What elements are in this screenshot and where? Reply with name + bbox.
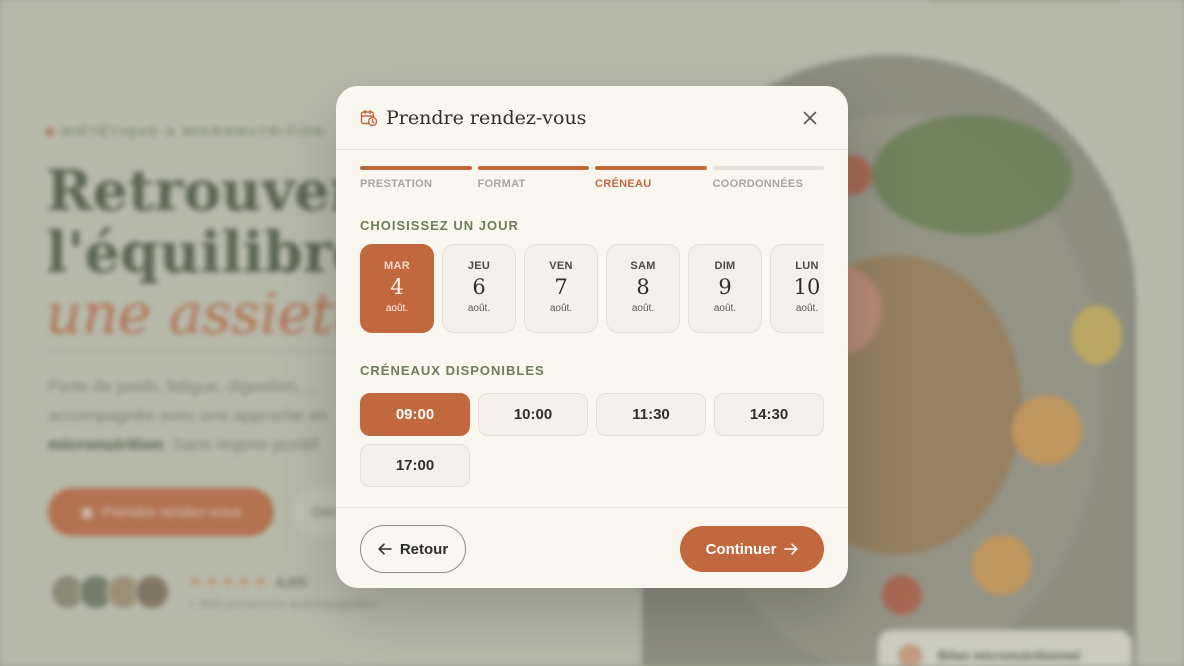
- day-weekday: JEU: [467, 260, 491, 272]
- day-weekday: VEN: [549, 260, 573, 272]
- day-picker: MAR 4 août. JEU 6 août. VEN 7 août. SAM …: [360, 244, 824, 334]
- day-number: 6: [472, 275, 486, 299]
- day-option-dim-9[interactable]: DIM 9 août.: [688, 244, 762, 333]
- modal-title: Prendre rendez-vous: [386, 106, 587, 129]
- day-month: août.: [549, 303, 573, 314]
- step-coordonnees: COORDONNÉES: [712, 166, 824, 190]
- step-prestation: PRESTATION: [360, 166, 472, 190]
- step-bar: [360, 166, 472, 170]
- step-format: FORMAT: [477, 166, 589, 190]
- step-label: CRÉNEAU: [595, 178, 652, 190]
- time-slot-0900[interactable]: 09:00: [360, 393, 470, 436]
- days-section-title: CHOISISSEZ UN JOUR: [360, 218, 519, 233]
- modal-footer: Retour Continuer: [336, 507, 848, 588]
- step-progress: PRESTATION FORMAT CRÉNEAU COORDONNÉES: [336, 150, 848, 190]
- slots-section-title: CRÉNEAUX DISPONIBLES: [360, 363, 545, 378]
- day-number: 8: [636, 275, 650, 299]
- day-month: août.: [795, 303, 819, 314]
- step-creneau: CRÉNEAU: [595, 166, 707, 190]
- step-label: FORMAT: [477, 178, 526, 190]
- day-weekday: DIM: [714, 260, 736, 272]
- day-option-mar-4[interactable]: MAR 4 août.: [360, 244, 434, 333]
- time-slot-1430[interactable]: 14:30: [714, 393, 824, 436]
- day-option-lun-10[interactable]: LUN 10 août.: [770, 244, 824, 333]
- step-bar: [477, 166, 589, 170]
- booking-modal: Prendre rendez-vous PRESTATION FORMAT CR…: [336, 86, 848, 588]
- time-slot-1130[interactable]: 11:30: [596, 393, 706, 436]
- close-button[interactable]: [796, 104, 824, 132]
- day-option-ven-7[interactable]: VEN 7 août.: [524, 244, 598, 333]
- day-number: 10: [793, 275, 821, 299]
- arrow-left-icon: [378, 543, 392, 555]
- modal-header: Prendre rendez-vous: [336, 86, 848, 150]
- day-month: août.: [631, 303, 655, 314]
- continue-button[interactable]: Continuer: [680, 526, 824, 572]
- day-weekday: SAM: [630, 260, 656, 272]
- day-option-jeu-6[interactable]: JEU 6 août.: [442, 244, 516, 333]
- day-month: août.: [467, 303, 491, 314]
- day-weekday: LUN: [795, 260, 819, 272]
- step-bar: [712, 166, 824, 170]
- time-slot-1000[interactable]: 10:00: [478, 393, 588, 436]
- day-number: 9: [718, 275, 732, 299]
- time-slot-1700[interactable]: 17:00: [360, 444, 470, 487]
- continue-button-label: Continuer: [705, 540, 777, 558]
- step-label: PRESTATION: [360, 178, 433, 190]
- close-icon: [803, 111, 817, 124]
- day-weekday: MAR: [384, 260, 410, 272]
- step-bar: [595, 166, 707, 170]
- day-number: 4: [390, 275, 404, 299]
- arrow-right-icon: [784, 543, 799, 555]
- day-number: 7: [554, 275, 568, 299]
- day-option-sam-8[interactable]: SAM 8 août.: [606, 244, 680, 333]
- calendar-clock-icon: [360, 109, 378, 127]
- back-button[interactable]: Retour: [360, 525, 466, 573]
- back-button-label: Retour: [399, 540, 449, 558]
- day-month: août.: [385, 303, 409, 314]
- day-month: août.: [713, 303, 737, 314]
- step-label: COORDONNÉES: [712, 178, 804, 190]
